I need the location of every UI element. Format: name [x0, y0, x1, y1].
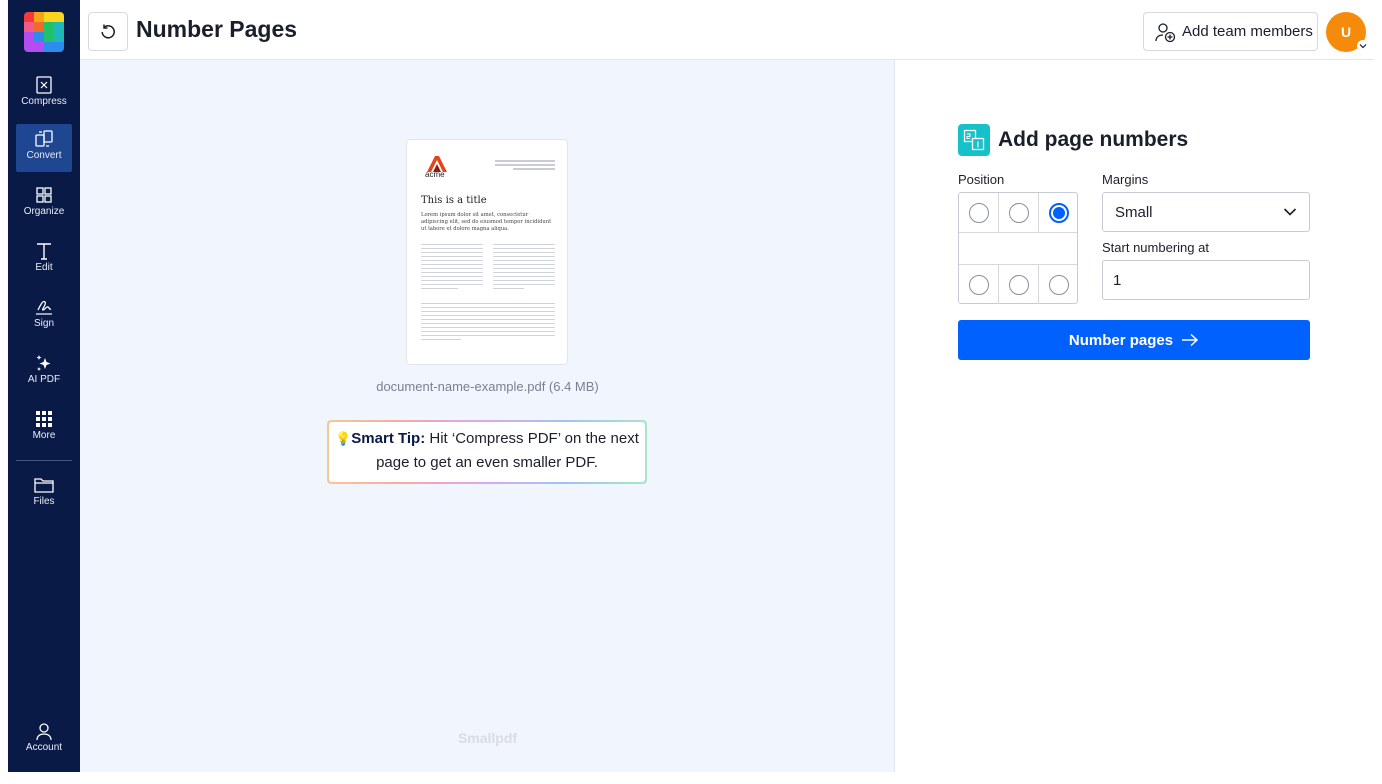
position-bottom-left[interactable] — [959, 265, 999, 305]
preview-area: acme This is a title Lorem ipsum dolor s… — [80, 60, 895, 772]
position-top-center[interactable] — [999, 193, 1039, 233]
account-icon — [36, 723, 52, 741]
position-bottom-right[interactable] — [1039, 265, 1079, 305]
folder-icon — [34, 478, 54, 493]
radio-top-right[interactable] — [1049, 203, 1069, 223]
smart-tip: 💡Smart Tip: Hit ‘Compress PDF’ on the ne… — [327, 420, 647, 484]
thumb-column-left — [421, 241, 483, 292]
brand-watermark: Smallpdf — [457, 730, 518, 746]
add-team-members-label: Add team members — [1182, 23, 1313, 40]
sidebar-item-label: Organize — [23, 206, 65, 217]
edit-icon — [37, 243, 51, 260]
panel-heading: Add page numbers — [958, 124, 1188, 156]
sidebar-item-convert[interactable]: Convert — [16, 124, 72, 172]
number-pages-label: Number pages — [1068, 331, 1174, 349]
options-panel: Add page numbers Position Margins Small … — [895, 60, 1374, 772]
file-name: document-name-example.pdf (6.4 MB) — [376, 379, 599, 394]
add-user-icon — [1155, 22, 1176, 42]
top-bar: Number Pages Add team members U — [80, 0, 1374, 60]
lightbulb-icon: 💡 — [335, 431, 352, 446]
smart-tip-body: 💡Smart Tip: Hit ‘Compress PDF’ on the ne… — [329, 422, 645, 482]
position-label: Position — [958, 172, 1005, 187]
thumb-paragraph — [421, 300, 555, 343]
sidebar-item-label: Account — [25, 742, 63, 753]
position-grid — [958, 192, 1078, 304]
sidebar-item-label: Convert — [26, 150, 62, 161]
undo-icon — [101, 24, 115, 39]
avatar-initial: U — [1340, 24, 1352, 40]
sidebar-item-label: Sign — [33, 318, 54, 329]
thumb-column-right — [493, 241, 555, 292]
start-numbering-input[interactable] — [1102, 260, 1310, 300]
margins-select[interactable]: Small — [1102, 192, 1310, 232]
position-top-left[interactable] — [959, 193, 999, 233]
organize-icon — [36, 187, 52, 203]
sidebar-item-files[interactable]: Files — [16, 470, 72, 518]
page-title: Number Pages — [136, 16, 298, 42]
sidebar-item-label: More — [32, 430, 56, 441]
sidebar-item-label: Files — [33, 496, 55, 507]
compress-icon — [36, 76, 52, 94]
position-top-right[interactable] — [1039, 193, 1079, 233]
app-logo[interactable] — [24, 12, 64, 52]
thumb-address — [495, 158, 555, 172]
thumb-brand: acme — [425, 170, 445, 179]
sidebar-item-ai-pdf[interactable]: AI PDF — [16, 348, 72, 396]
grid-icon — [36, 411, 52, 427]
chevron-down-icon — [1283, 208, 1297, 216]
radio-bottom-center[interactable] — [1009, 275, 1029, 295]
add-team-members-button[interactable]: Add team members — [1143, 12, 1318, 51]
margins-select-value: Small — [1115, 203, 1153, 221]
radio-bottom-left[interactable] — [969, 275, 989, 295]
radio-bottom-right[interactable] — [1049, 275, 1069, 295]
position-bottom-center[interactable] — [999, 265, 1039, 305]
sidebar: Compress Convert Organize Edit Sign AI P… — [8, 0, 80, 772]
document-thumbnail[interactable]: acme This is a title Lorem ipsum dolor s… — [406, 139, 568, 365]
sign-icon — [36, 300, 52, 315]
sidebar-item-label: Edit — [35, 262, 53, 273]
sidebar-item-label: AI PDF — [27, 374, 61, 385]
sidebar-item-edit[interactable]: Edit — [16, 236, 72, 284]
radio-top-left[interactable] — [969, 203, 989, 223]
radio-top-center[interactable] — [1009, 203, 1029, 223]
arrow-right-icon — [1182, 333, 1199, 347]
chevron-down-icon[interactable] — [1357, 40, 1369, 52]
smart-tip-heading: Smart Tip: — [351, 430, 426, 447]
panel-title: Add page numbers — [998, 128, 1189, 151]
page-numbers-icon — [958, 124, 990, 156]
app-window: Compress Convert Organize Edit Sign AI P… — [8, 0, 1374, 772]
convert-icon — [35, 130, 53, 147]
sidebar-item-label: Compress — [21, 96, 67, 107]
sidebar-item-organize[interactable]: Organize — [16, 180, 72, 228]
thumb-lead: Lorem ipsum dolor sit amet, consectetur … — [421, 212, 552, 232]
sidebar-divider — [16, 460, 72, 461]
start-numbering-label: Start numbering at — [1102, 240, 1209, 255]
margins-label: Margins — [1102, 172, 1149, 187]
sparkle-icon — [36, 355, 51, 371]
sidebar-item-sign[interactable]: Sign — [16, 292, 72, 340]
sidebar-item-account[interactable]: Account — [16, 716, 72, 764]
sidebar-item-compress[interactable]: Compress — [16, 70, 72, 118]
back-button[interactable] — [88, 12, 128, 51]
sidebar-item-more[interactable]: More — [16, 404, 72, 452]
thumb-title: This is a title — [421, 195, 487, 206]
number-pages-button[interactable]: Number pages — [958, 320, 1310, 360]
